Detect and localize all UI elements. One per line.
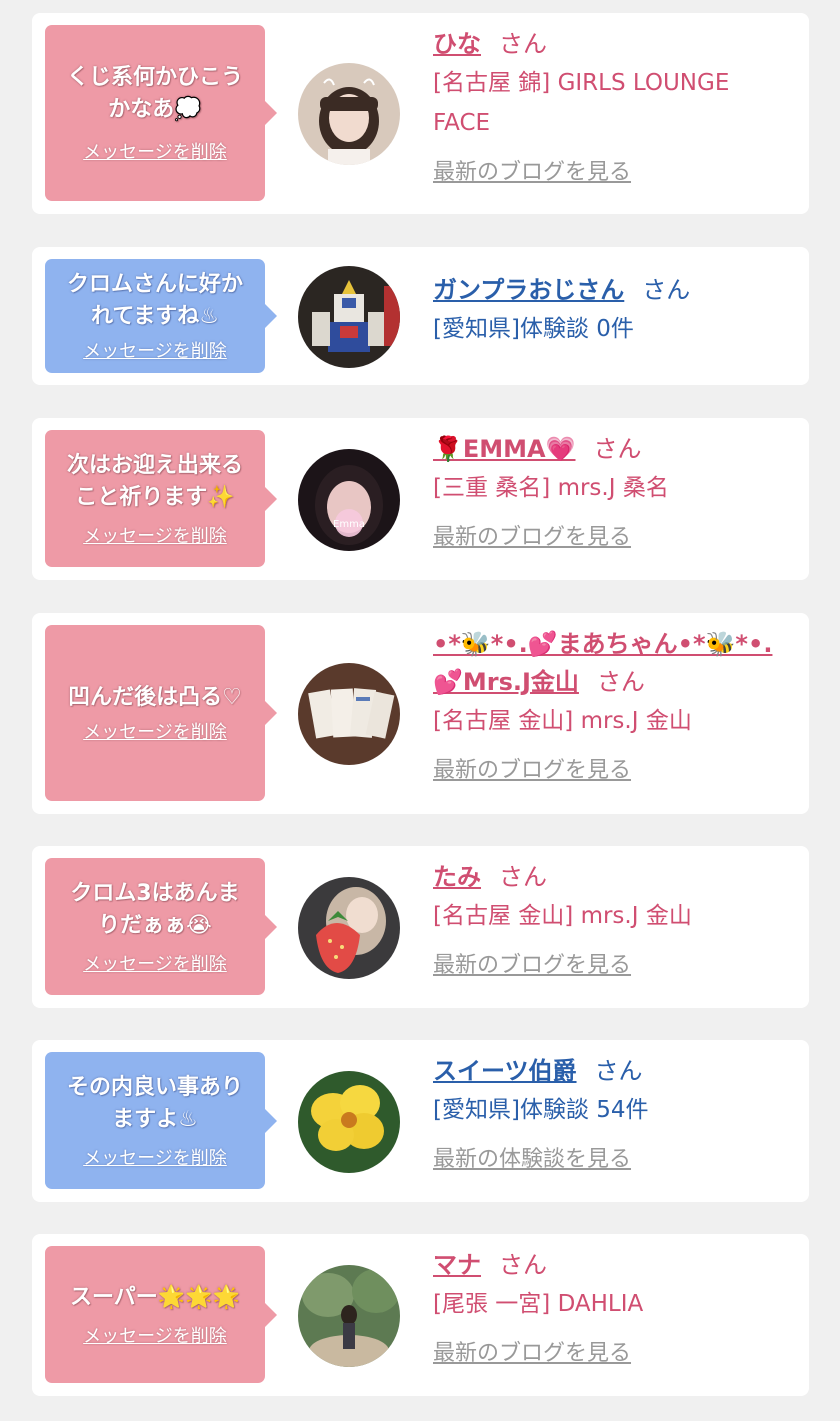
message-text: 凹んだ後は凸る♡	[68, 685, 242, 710]
sender-name-link[interactable]: 🌹EMMA💗	[433, 435, 576, 463]
message-bubble: クロム3はあんま りだぁぁ😭 メッセージを削除	[45, 858, 277, 995]
message-text: クロムさんに好か れてますね♨	[66, 272, 243, 329]
message-bubble: 次はお迎え出来る こと祈ります✨ メッセージを削除	[45, 430, 277, 567]
message-card: クロムさんに好か れてますね♨ メッセージを削除 ガンプラおじさん さん [愛知県…	[32, 247, 809, 385]
latest-review-link[interactable]: 最新の体験談を見る	[433, 1142, 631, 1178]
san-suffix: さん	[593, 435, 642, 463]
san-suffix: さん	[596, 668, 645, 696]
avatar[interactable]: Emma	[298, 449, 400, 551]
sender-place: [名古屋 錦] GIRLS LOUNGE FACE	[433, 70, 730, 136]
sender-name-link[interactable]: ガンプラおじさん	[433, 276, 624, 304]
message-text: スーパー🌟🌟🌟	[70, 1284, 240, 1310]
sender-place: [愛知県]体験談 0件	[433, 316, 634, 342]
delete-message-link[interactable]: メッセージを削除	[83, 337, 227, 363]
message-bubble: くじ系何かひこう かなあ💭 メッセージを削除	[45, 25, 277, 201]
delete-message-link[interactable]: メッセージを削除	[83, 718, 227, 744]
avatar[interactable]	[298, 663, 400, 765]
message-text: くじ系何かひこう かなあ💭	[66, 65, 243, 122]
sender-info: たみ さん [名古屋 金山] mrs.J 金山 最新のブログを見る	[433, 858, 793, 984]
message-bubble: その内良い事あり ますよ♨ メッセージを削除	[45, 1052, 277, 1189]
sender-place: [名古屋 金山] mrs.J 金山	[433, 903, 692, 929]
message-text: その内良い事あり ますよ♨	[66, 1074, 243, 1132]
avatar[interactable]	[298, 1071, 400, 1173]
message-card: 次はお迎え出来る こと祈ります✨ メッセージを削除 Emma 🌹EMMA💗 さん …	[32, 418, 809, 580]
message-card: その内良い事あり ますよ♨ メッセージを削除 スイーツ伯爵 さん [愛知県]体験談…	[32, 1040, 809, 1202]
sender-info: スイーツ伯爵 さん [愛知県]体験談 54件 最新の体験談を見る	[433, 1052, 793, 1178]
delete-message-link[interactable]: メッセージを削除	[83, 522, 227, 548]
emma-portrait-avatar: Emma	[298, 449, 400, 551]
message-text: クロム3はあんま りだぁぁ😭	[70, 880, 240, 938]
latest-blog-link[interactable]: 最新のブログを見る	[433, 155, 631, 191]
delete-message-link[interactable]: メッセージを削除	[83, 1322, 227, 1348]
latest-blog-link[interactable]: 最新のブログを見る	[433, 1336, 631, 1372]
avatar[interactable]	[298, 1265, 400, 1367]
latest-blog-link[interactable]: 最新のブログを見る	[433, 753, 631, 789]
strawberry-girl-avatar	[298, 877, 400, 979]
sender-name-link[interactable]: ひな	[433, 30, 481, 58]
yellow-flower-avatar	[298, 1071, 400, 1173]
san-suffix: さん	[594, 1057, 643, 1085]
avatar[interactable]	[298, 266, 400, 368]
delete-message-link[interactable]: メッセージを削除	[83, 1144, 227, 1170]
svg-text:Emma: Emma	[333, 519, 365, 530]
san-suffix: さん	[499, 30, 547, 58]
delete-message-link[interactable]: メッセージを削除	[83, 138, 227, 164]
message-bubble: スーパー🌟🌟🌟 メッセージを削除	[45, 1246, 277, 1383]
sender-info: 🌹EMMA💗 さん [三重 桑名] mrs.J 桑名 最新のブログを見る	[433, 430, 793, 556]
message-card: スーパー🌟🌟🌟 メッセージを削除 マナ さん [尾張 一宮] DAHLIA 最新の…	[32, 1234, 809, 1396]
message-list: くじ系何かひこう かなあ💭 メッセージを削除 ひな さん [名古屋 錦] GIRL…	[0, 0, 840, 1421]
forest-girl-avatar	[298, 1265, 400, 1367]
avatar[interactable]	[298, 63, 400, 165]
message-card: 凹んだ後は凸る♡ メッセージを削除 •*🐝*•.💕まあちゃん•*🐝*•.💕Mrs…	[32, 613, 809, 814]
cards-photo-avatar	[298, 663, 400, 765]
sender-info: マナ さん [尾張 一宮] DAHLIA 最新のブログを見る	[433, 1246, 793, 1372]
san-suffix: さん	[499, 1251, 547, 1279]
sender-place: [尾張 一宮] DAHLIA	[433, 1291, 644, 1317]
message-bubble: クロムさんに好か れてますね♨ メッセージを削除	[45, 259, 277, 373]
latest-blog-link[interactable]: 最新のブログを見る	[433, 948, 631, 984]
message-card: くじ系何かひこう かなあ💭 メッセージを削除 ひな さん [名古屋 錦] GIRL…	[32, 13, 809, 214]
san-suffix: さん	[642, 276, 691, 304]
latest-blog-link[interactable]: 最新のブログを見る	[433, 520, 631, 556]
sender-info: •*🐝*•.💕まあちゃん•*🐝*•.💕Mrs.J金山 さん [名古屋 金山] mr…	[433, 625, 793, 789]
sender-name-link[interactable]: スイーツ伯爵	[433, 1057, 577, 1085]
sender-name-link[interactable]: たみ	[433, 863, 481, 891]
girl-portrait-avatar	[298, 63, 400, 165]
message-bubble: 凹んだ後は凸る♡ メッセージを削除	[45, 625, 277, 801]
gundam-model-avatar	[298, 266, 400, 368]
sender-place: [名古屋 金山] mrs.J 金山	[433, 708, 692, 734]
sender-place: [三重 桑名] mrs.J 桑名	[433, 475, 669, 501]
sender-info: ひな さん [名古屋 錦] GIRLS LOUNGE FACE 最新のブログを見る	[433, 25, 793, 191]
san-suffix: さん	[499, 863, 547, 891]
message-text: 次はお迎え出来る こと祈ります✨	[66, 452, 243, 510]
message-card: クロム3はあんま りだぁぁ😭 メッセージを削除 たみ さん [名古屋 金山] mr…	[32, 846, 809, 1008]
delete-message-link[interactable]: メッセージを削除	[83, 950, 227, 976]
sender-name-link[interactable]: マナ	[433, 1251, 481, 1279]
sender-place: [愛知県]体験談 54件	[433, 1097, 649, 1123]
sender-info: ガンプラおじさん さん [愛知県]体験談 0件	[433, 271, 793, 349]
avatar[interactable]	[298, 877, 400, 979]
